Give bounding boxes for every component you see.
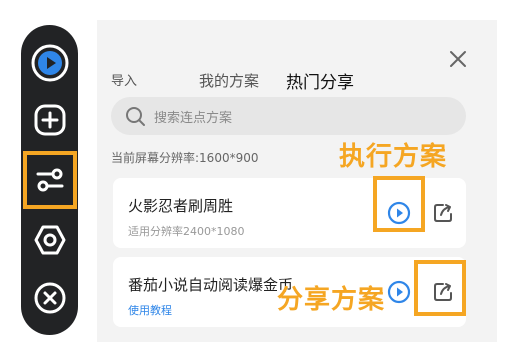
close-circle-icon (34, 282, 65, 314)
share-annotation: 分享方案 (277, 285, 386, 315)
tutorial-link[interactable]: 使用教程 (128, 302, 172, 318)
tab-import[interactable]: 导入 (111, 70, 137, 89)
tab-bar: 导入 我的方案 热门分享 (97, 58, 497, 93)
execute-button[interactable] (382, 275, 416, 309)
screen-resolution: 当前屏幕分辨率:1600*900 (111, 151, 259, 165)
settings-hex-icon (34, 225, 65, 255)
search-placeholder: 搜索连点方案 (154, 110, 233, 126)
execute-annotation: 执行方案 (339, 142, 448, 172)
search-icon (126, 107, 145, 126)
tab-hot-share[interactable]: 热门分享 (286, 68, 354, 93)
settings-sliders-button[interactable] (22, 151, 77, 209)
sliders-icon (36, 168, 63, 192)
close-icon[interactable] (447, 48, 469, 70)
search-input[interactable]: 搜索连点方案 (111, 97, 466, 135)
scheme-name: 火影忍者刷周胜 (128, 197, 234, 215)
play-icon (387, 280, 411, 304)
share-highlight-box (414, 260, 466, 316)
scheme-resolution: 适用分辨率2400*1080 (128, 225, 245, 238)
record-icon (31, 44, 68, 82)
close-toolbar-button[interactable] (30, 278, 70, 318)
add-button[interactable] (30, 100, 70, 140)
record-button[interactable] (30, 43, 70, 83)
add-icon (34, 104, 65, 136)
tab-my-schemes[interactable]: 我的方案 (199, 70, 259, 91)
scheme-name: 番茄小说自动阅读爆金币 (128, 276, 294, 294)
floating-toolbar (21, 25, 78, 335)
share-button[interactable] (426, 196, 460, 230)
share-icon (434, 204, 452, 222)
execute-highlight-box (373, 176, 425, 232)
settings-button[interactable] (30, 220, 70, 260)
